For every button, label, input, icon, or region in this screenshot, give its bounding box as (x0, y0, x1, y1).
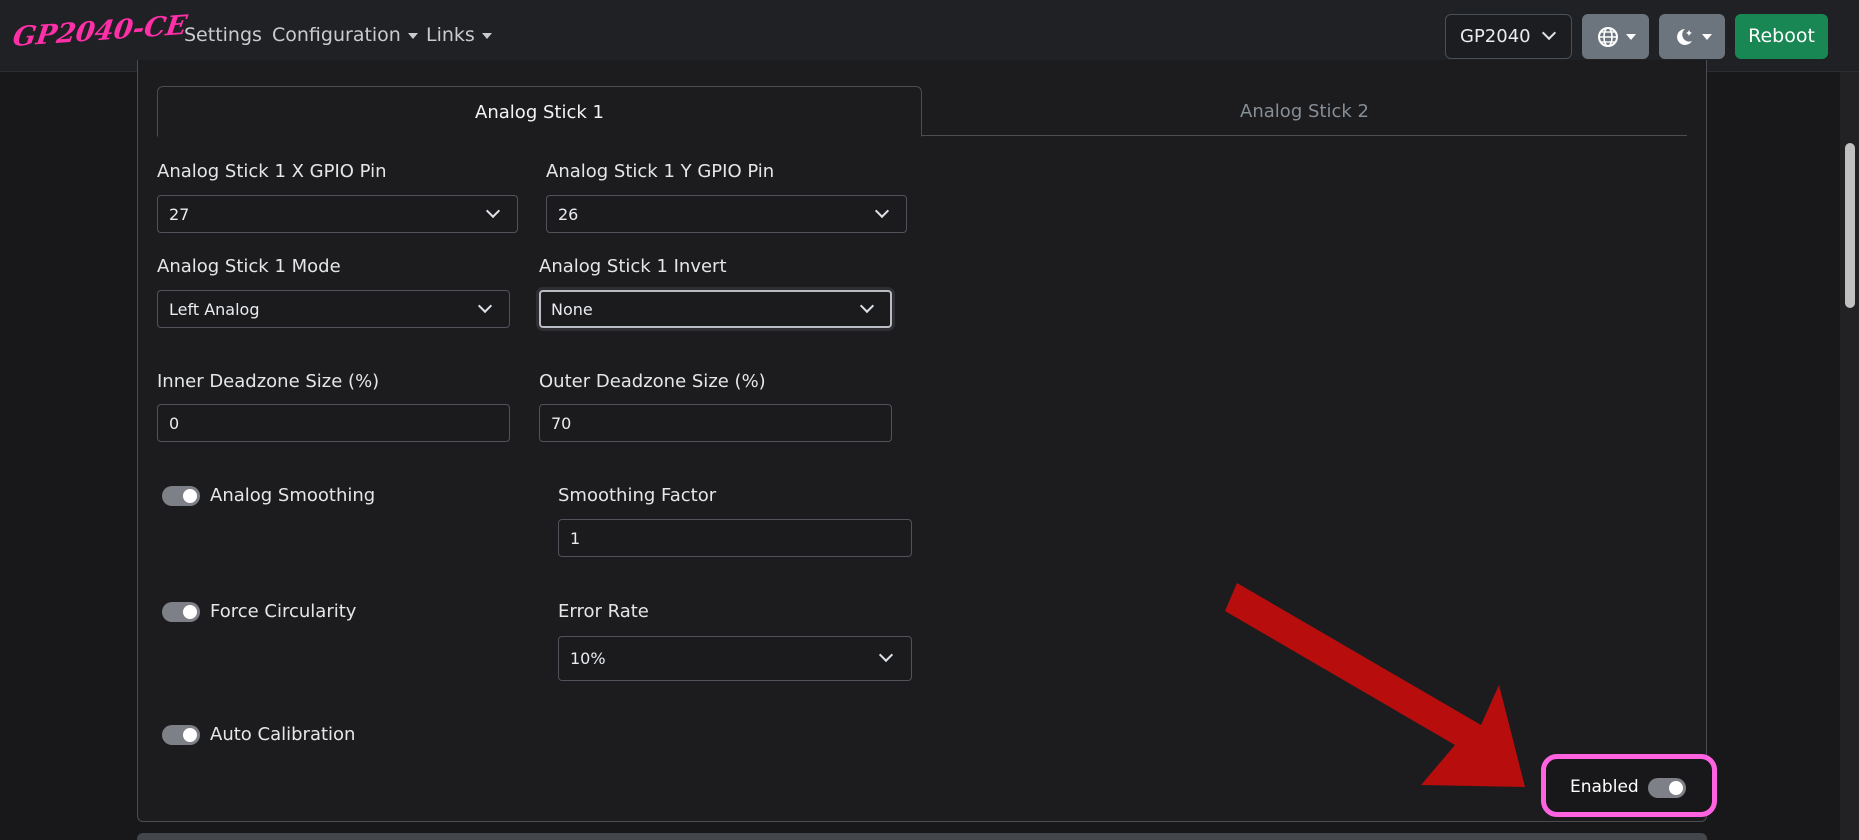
mode-label: Analog Stick 1 Mode (157, 256, 341, 277)
mode-select[interactable]: Left Analog (157, 290, 510, 328)
y-pin-value: 26 (558, 205, 579, 224)
auto-calibration-label: Auto Calibration (210, 724, 356, 745)
globe-icon (1598, 27, 1618, 47)
force-circularity-switch[interactable] (162, 602, 200, 622)
nav-links-dropdown[interactable]: Links (426, 24, 492, 46)
inner-deadzone-input[interactable]: 0 (157, 404, 510, 442)
smoothing-factor-input[interactable]: 1 (558, 519, 912, 557)
brand-logo[interactable]: GP2040-CE (11, 10, 189, 53)
analog-smoothing-label: Analog Smoothing (210, 485, 376, 506)
enabled-label: Enabled (1570, 777, 1639, 797)
nav-settings-link[interactable]: Settings (184, 24, 262, 46)
chevron-down-icon (477, 298, 493, 314)
caret-down-icon (1626, 34, 1636, 40)
nav-configuration-dropdown[interactable]: Configuration (272, 24, 418, 46)
analog-smoothing-switch[interactable] (162, 486, 200, 506)
x-pin-value: 27 (169, 205, 190, 224)
error-rate-select[interactable]: 10% (558, 636, 912, 681)
annotation-arrow-icon (1225, 583, 1525, 787)
chevron-down-icon (874, 203, 890, 219)
smoothing-factor-value: 1 (570, 529, 581, 548)
force-circularity-label: Force Circularity (210, 601, 357, 622)
board-select-value: GP2040 (1460, 26, 1531, 47)
next-section-header (137, 833, 1707, 840)
outer-deadzone-value: 70 (551, 414, 572, 433)
mode-value: Left Analog (169, 300, 260, 319)
nav-configuration-label: Configuration (272, 24, 401, 46)
caret-down-icon (481, 32, 492, 39)
reboot-button[interactable]: Reboot (1735, 14, 1828, 59)
invert-label: Analog Stick 1 Invert (539, 256, 727, 277)
smoothing-factor-label: Smoothing Factor (558, 485, 717, 506)
moon-stars-icon (1677, 29, 1692, 45)
y-pin-select[interactable]: 26 (546, 195, 907, 233)
switch-knob (1669, 781, 1683, 795)
switch-knob (183, 489, 197, 503)
invert-select[interactable]: None (539, 290, 892, 328)
enabled-switch[interactable] (1648, 778, 1686, 798)
theme-button[interactable] (1659, 14, 1725, 59)
y-pin-label: Analog Stick 1 Y GPIO Pin (546, 161, 775, 182)
x-pin-label: Analog Stick 1 X GPIO Pin (157, 161, 387, 182)
caret-down-icon (1702, 34, 1712, 40)
tab-analog-stick-1[interactable]: Analog Stick 1 (157, 86, 922, 137)
nav-links-label: Links (426, 24, 475, 46)
invert-value: None (551, 300, 593, 319)
inner-deadzone-value: 0 (169, 414, 180, 433)
outer-deadzone-input[interactable]: 70 (539, 404, 892, 442)
error-rate-label: Error Rate (558, 601, 649, 622)
chevron-down-icon (878, 647, 894, 663)
scrollbar-thumb[interactable] (1845, 143, 1855, 308)
chevron-down-icon (485, 203, 501, 219)
auto-calibration-switch[interactable] (162, 725, 200, 745)
tab-analog-stick-2[interactable]: Analog Stick 2 (922, 86, 1687, 137)
switch-knob (183, 728, 197, 742)
caret-down-icon (407, 32, 418, 39)
board-select[interactable]: GP2040 (1445, 14, 1572, 59)
language-button[interactable] (1582, 14, 1649, 59)
switch-knob (183, 605, 197, 619)
enabled-toggle-highlight[interactable]: Enabled (1541, 754, 1717, 817)
outer-deadzone-label: Outer Deadzone Size (%) (539, 371, 766, 392)
chevron-down-icon (1541, 25, 1557, 41)
nav-settings-label: Settings (184, 24, 262, 46)
x-pin-select[interactable]: 27 (157, 195, 518, 233)
error-rate-value: 10% (570, 649, 606, 668)
chevron-down-icon (859, 298, 875, 314)
inner-deadzone-label: Inner Deadzone Size (%) (157, 371, 380, 392)
